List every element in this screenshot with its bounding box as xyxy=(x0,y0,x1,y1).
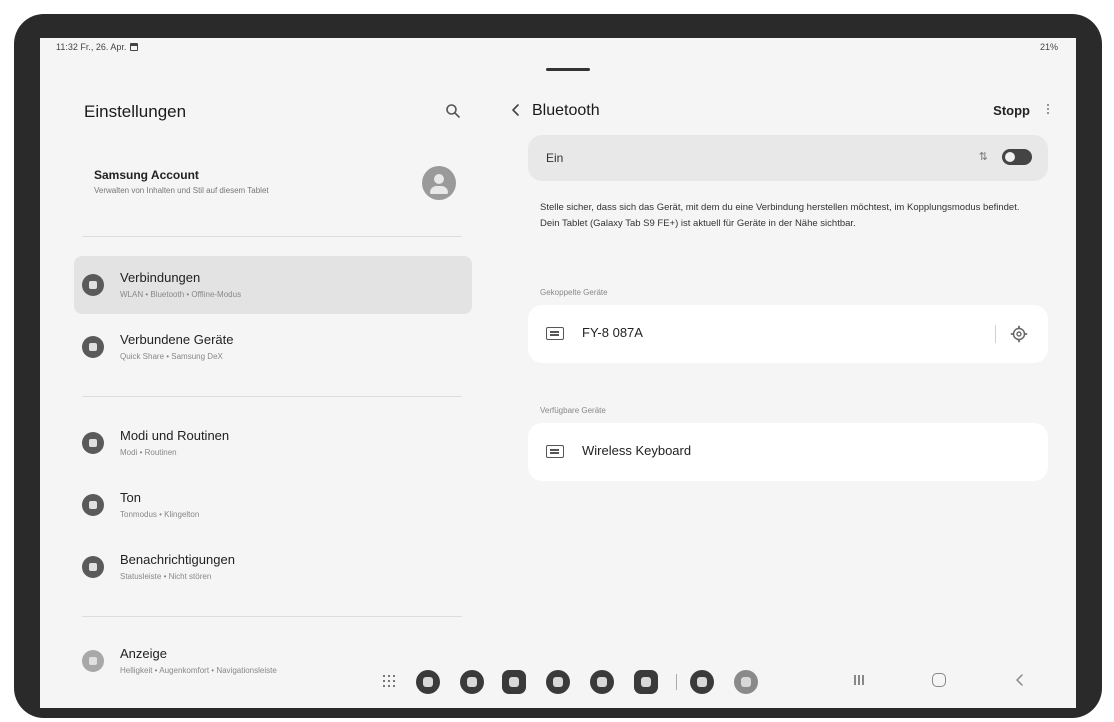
account-subtitle: Verwalten von Inhalten und Stil auf dies… xyxy=(94,186,269,195)
status-time-date: 11:32 Fr., 26. Apr. xyxy=(56,42,127,52)
store-app-icon[interactable] xyxy=(690,670,714,694)
back-arrow-icon[interactable] xyxy=(508,102,524,118)
keyboard-icon xyxy=(546,445,564,458)
back-icon[interactable] xyxy=(1012,672,1028,688)
settings-item-modi-und-routinen[interactable]: Modi und Routinen Modi • Routinen xyxy=(74,414,472,472)
stop-scan-button[interactable]: Stopp xyxy=(993,103,1030,118)
connected-devices-icon xyxy=(82,336,104,358)
wifi-icon xyxy=(82,274,104,296)
avatar-icon xyxy=(422,166,456,200)
notifications-icon xyxy=(82,556,104,578)
dock-divider xyxy=(676,674,677,690)
device-name: FY-8 087A xyxy=(582,325,643,340)
sound-icon xyxy=(82,494,104,516)
settings-item-label: Verbundene Geräte xyxy=(120,332,234,347)
settings-item-verbindungen[interactable]: Verbindungen WLAN • Bluetooth • Offline-… xyxy=(74,256,472,314)
bluetooth-sync-icon: ⇅ xyxy=(978,151,988,163)
home-icon[interactable] xyxy=(932,673,946,687)
settings-item-sub: Tonmodus • Klingelton xyxy=(120,510,200,519)
paired-devices-header: Gekoppelte Geräte xyxy=(540,288,608,297)
recents-icon[interactable] xyxy=(852,673,866,687)
calendar-notification-icon xyxy=(130,43,139,51)
divider xyxy=(82,236,462,237)
more-options-icon[interactable] xyxy=(1044,102,1052,118)
settings-item-sub: Quick Share • Samsung DeX xyxy=(120,352,223,361)
settings-item-sub: Modi • Routinen xyxy=(120,448,177,457)
gear-icon[interactable] xyxy=(1010,325,1028,343)
available-devices-header: Verfügbare Geräte xyxy=(540,406,606,415)
settings-item-ton[interactable]: Ton Tonmodus • Klingelton xyxy=(74,476,472,534)
contacts-app-icon[interactable] xyxy=(590,670,614,694)
page-title: Einstellungen xyxy=(84,102,187,121)
settings-item-sub: WLAN • Bluetooth • Offline-Modus xyxy=(120,290,242,299)
settings-item-label: Anzeige xyxy=(120,646,167,661)
status-battery: 21% xyxy=(1039,42,1058,52)
paired-device-row[interactable]: FY-8 087A xyxy=(528,305,1048,363)
settings-item-label: Modi und Routinen xyxy=(120,428,230,443)
divider xyxy=(82,616,462,617)
app-drawer-icon[interactable] xyxy=(382,674,396,688)
bluetooth-title: Bluetooth xyxy=(532,102,600,119)
calendar-app-icon[interactable] xyxy=(502,670,526,694)
divider xyxy=(82,396,462,397)
bluetooth-toggle-row[interactable]: Ein ⇅ xyxy=(528,135,1048,181)
keyboard-icon xyxy=(546,327,564,340)
available-device-row[interactable]: Wireless Keyboard xyxy=(528,423,1048,481)
settings-app-icon[interactable] xyxy=(460,670,484,694)
device-name: Wireless Keyboard xyxy=(582,443,692,458)
taskbar xyxy=(40,660,1076,708)
gallery-app-icon[interactable] xyxy=(546,670,570,694)
settings-item-sub: Statusleiste • Nicht stören xyxy=(120,572,212,581)
status-bar: 11:32 Fr., 26. Apr. 21% xyxy=(40,38,1076,58)
settings-item-label: Verbindungen xyxy=(120,270,201,285)
search-app-icon[interactable] xyxy=(734,670,758,694)
samsung-account-item[interactable]: Samsung Account Verwalten von Inhalten u… xyxy=(94,166,464,220)
settings-item-label: Ton xyxy=(120,490,141,505)
pairing-info-text: Stelle sicher, dass sich das Gerät, mit … xyxy=(540,202,1020,229)
chat-app-icon[interactable] xyxy=(416,670,440,694)
bluetooth-pane: Bluetooth Stopp Ein ⇅ Stelle sicher, das… xyxy=(500,68,1076,688)
settings-item-benachrichtigungen[interactable]: Benachrichtigungen Statusleiste • Nicht … xyxy=(74,538,472,596)
settings-item-verbundene-geraete[interactable]: Verbundene Geräte Quick Share • Samsung … xyxy=(74,318,472,376)
modes-icon xyxy=(82,432,104,454)
bluetooth-switch[interactable] xyxy=(1002,149,1032,165)
divider xyxy=(995,325,996,343)
settings-list-pane: Einstellungen Samsung Account Verwalten … xyxy=(74,68,474,688)
pane-drag-handle[interactable] xyxy=(546,68,590,71)
screen: 11:32 Fr., 26. Apr. 21% Einstellungen Sa… xyxy=(40,38,1076,708)
toggle-label: Ein xyxy=(546,151,564,165)
search-icon[interactable] xyxy=(444,102,462,120)
camera-app-icon[interactable] xyxy=(634,670,658,694)
settings-item-label: Benachrichtigungen xyxy=(120,552,235,567)
account-title: Samsung Account xyxy=(94,168,199,182)
